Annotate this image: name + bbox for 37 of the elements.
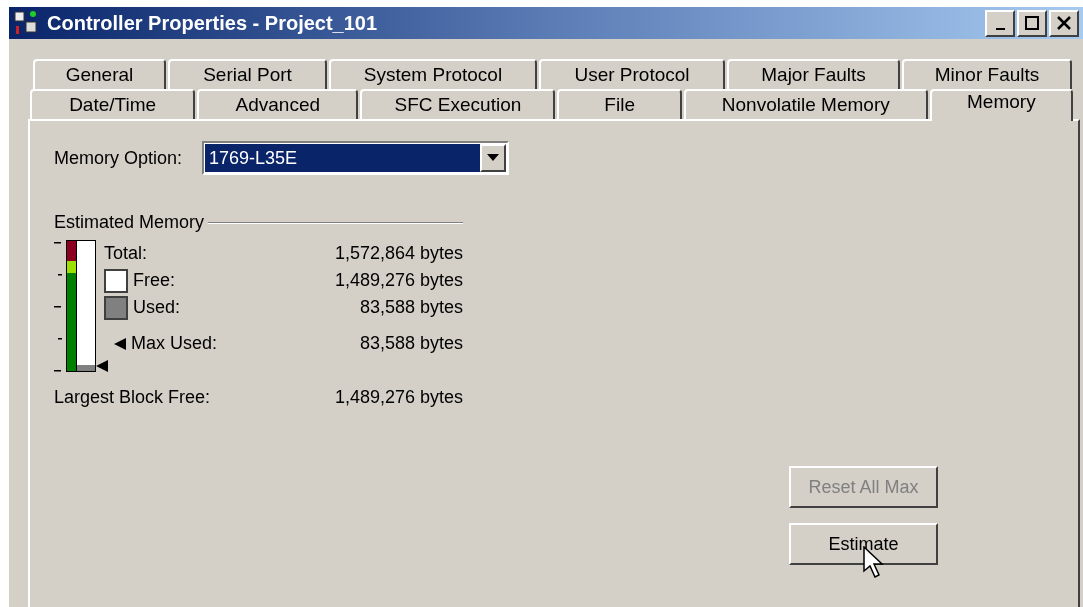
free-swatch-icon: [104, 268, 128, 293]
memory-label: Max Used:: [131, 332, 218, 355]
close-icon: [1056, 15, 1072, 31]
tab[interactable]: Major Faults: [727, 59, 900, 89]
maximize-button[interactable]: [1017, 9, 1047, 37]
max-used-marker-icon: [114, 337, 126, 350]
tab[interactable]: File: [557, 89, 682, 119]
field-label: Memory Option:: [54, 146, 183, 170]
tab[interactable]: Serial Port: [168, 59, 327, 89]
used-swatch-icon: [104, 295, 128, 320]
minimize-icon: [995, 28, 1005, 30]
memory-label: Total:: [104, 242, 148, 265]
app-icon: [13, 10, 39, 36]
tab[interactable]: User Protocol: [539, 59, 725, 89]
memory-value: 83,588 bytes: [359, 296, 463, 319]
tab[interactable]: General: [33, 59, 166, 89]
tab[interactable]: Advanced: [197, 89, 359, 119]
memory-option-dropdown[interactable]: 1769-L35E: [202, 141, 510, 175]
minimize-button[interactable]: [985, 9, 1015, 37]
tab[interactable]: System Protocol: [329, 59, 537, 89]
maximize-icon: [1024, 15, 1040, 31]
tab[interactable]: SFC Execution: [360, 89, 556, 119]
tab[interactable]: Memory: [929, 89, 1073, 121]
close-button[interactable]: [1049, 9, 1079, 37]
memory-value: 1,572,864 bytes: [334, 242, 463, 265]
memory-label: Used:: [133, 296, 181, 319]
memory-value: 83,588 bytes: [359, 332, 463, 355]
tab[interactable]: Date/Time: [30, 89, 196, 119]
group-title: Estimated Memory: [54, 211, 205, 234]
memory-value: 1,489,276 bytes: [334, 269, 463, 292]
dialog-button[interactable]: Estimate: [789, 523, 938, 565]
memory-value: 1,489,276 bytes: [334, 386, 463, 409]
tab[interactable]: Minor Faults: [902, 59, 1072, 89]
window-title: Controller Properties - Project_101: [47, 11, 378, 36]
tab[interactable]: Nonvolatile Memory: [683, 89, 928, 119]
memory-label: Largest Block Free:: [54, 386, 211, 409]
memory-label: Free:: [133, 269, 175, 292]
